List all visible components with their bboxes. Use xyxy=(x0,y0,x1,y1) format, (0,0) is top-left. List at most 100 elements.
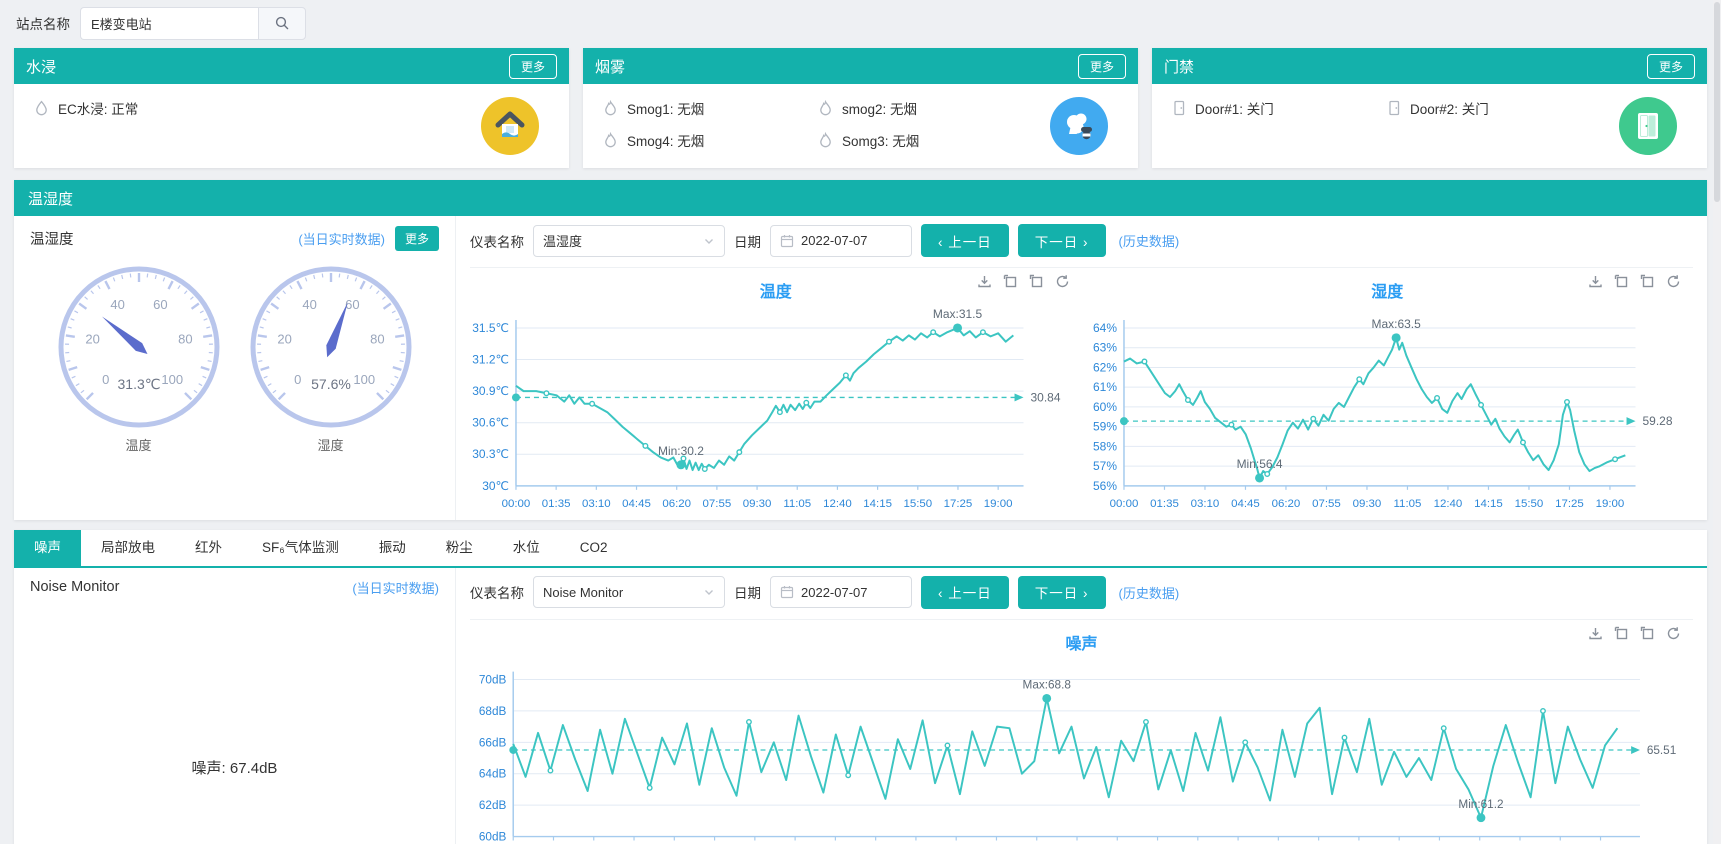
smoke-sensor-icon xyxy=(1050,97,1108,155)
svg-text:40: 40 xyxy=(110,297,124,312)
svg-text:20: 20 xyxy=(277,332,291,347)
svg-text:80: 80 xyxy=(370,332,384,347)
svg-text:09:30: 09:30 xyxy=(1352,498,1381,510)
search-icon xyxy=(274,15,290,31)
smoke-status-text: Smog4: 无烟 xyxy=(627,130,704,150)
svg-text:06:20: 06:20 xyxy=(1271,498,1300,510)
temphum-controls: 仪表名称 温湿度 日期 2022-07-07 ‹ 上一日 下一日 › (历史数据… xyxy=(470,224,1693,268)
svg-text:60: 60 xyxy=(153,297,167,312)
tab-dust[interactable]: 粉尘 xyxy=(426,530,493,566)
svg-text:63%: 63% xyxy=(1093,341,1117,355)
svg-text:09:30: 09:30 xyxy=(743,498,772,510)
water-more-button[interactable]: 更多 xyxy=(509,54,557,79)
noise-chart-pane: 仪表名称 Noise Monitor 日期 2022-07-07 ‹ 上一日 下… xyxy=(456,568,1707,844)
smoke-icon xyxy=(603,100,618,116)
date-label: 日期 xyxy=(734,582,761,602)
svg-text:70dB: 70dB xyxy=(479,673,507,686)
water-status-item: EC水浸: 正常 xyxy=(34,96,469,120)
history-data-link[interactable]: (历史数据) xyxy=(1119,583,1180,602)
svg-text:17:25: 17:25 xyxy=(1555,498,1584,510)
humidity-chart[interactable]: 湿度 56%57%58%59%60%61%62%63%64%00:0001:35… xyxy=(1082,268,1694,516)
date-picker[interactable]: 2022-07-07 xyxy=(770,225,912,257)
svg-text:56%: 56% xyxy=(1093,479,1117,493)
prev-day-button[interactable]: ‹ 上一日 xyxy=(921,224,1009,257)
next-day-button[interactable]: 下一日 › xyxy=(1018,224,1106,257)
svg-text:0: 0 xyxy=(102,372,109,387)
data-zoom-icon[interactable] xyxy=(1614,274,1629,289)
tab-noise[interactable]: 噪声 xyxy=(14,530,81,566)
tab-co2[interactable]: CO2 xyxy=(560,530,628,566)
svg-text:04:45: 04:45 xyxy=(1231,498,1260,510)
realtime-data-link[interactable]: (当日实时数据) xyxy=(352,578,439,597)
tab-water-level[interactable]: 水位 xyxy=(493,530,560,566)
svg-text:31.2℃: 31.2℃ xyxy=(472,353,509,367)
svg-text:12:40: 12:40 xyxy=(1433,498,1462,510)
smoke-status-item: Somg3: 无烟 xyxy=(818,128,1033,152)
svg-text:66dB: 66dB xyxy=(479,736,507,749)
meter-select[interactable]: 温湿度 xyxy=(533,225,725,257)
svg-text:59%: 59% xyxy=(1093,420,1117,434)
door-status-item: Door#1: 关门 xyxy=(1172,96,1387,120)
smoke-card-title: 烟雾 xyxy=(595,56,625,77)
gauge-more-button[interactable]: 更多 xyxy=(395,226,439,251)
smoke-card-body: Smog1: 无烟 smog2: 无烟 Smog4: 无烟 Somg3: 无烟 xyxy=(583,84,1138,168)
data-zoom-icon[interactable] xyxy=(1614,626,1629,641)
smoke-icon xyxy=(818,132,833,148)
data-zoom-icon[interactable] xyxy=(1003,274,1018,289)
svg-text:Min:30.2: Min:30.2 xyxy=(658,444,704,458)
prev-day-button[interactable]: ‹ 上一日 xyxy=(921,576,1009,609)
scrollbar-thumb[interactable] xyxy=(1714,2,1720,202)
refresh-icon[interactable] xyxy=(1055,274,1070,289)
tab-infrared[interactable]: 红外 xyxy=(175,530,242,566)
svg-text:58%: 58% xyxy=(1093,439,1117,453)
svg-text:01:35: 01:35 xyxy=(542,498,571,510)
svg-text:01:35: 01:35 xyxy=(1150,498,1179,510)
svg-text:31.3℃: 31.3℃ xyxy=(117,376,160,392)
svg-text:14:15: 14:15 xyxy=(863,498,892,510)
site-search-input[interactable] xyxy=(80,7,258,40)
svg-text:19:00: 19:00 xyxy=(1595,498,1624,510)
restore-icon[interactable] xyxy=(1640,274,1655,289)
restore-icon[interactable] xyxy=(1029,274,1044,289)
svg-text:30.3℃: 30.3℃ xyxy=(472,447,509,461)
next-day-button[interactable]: 下一日 › xyxy=(1018,576,1106,609)
page-scrollbar[interactable] xyxy=(1713,0,1721,844)
svg-text:14:15: 14:15 xyxy=(1474,498,1503,510)
smoke-status-item: Smog4: 无烟 xyxy=(603,128,818,152)
temphum-panel-title: 温湿度 xyxy=(14,180,1707,216)
smoke-status-item: Smog1: 无烟 xyxy=(603,96,818,120)
save-image-icon[interactable] xyxy=(1588,274,1603,289)
svg-text:64dB: 64dB xyxy=(479,767,507,780)
tab-partial-discharge[interactable]: 局部放电 xyxy=(81,530,175,566)
svg-text:15:50: 15:50 xyxy=(1514,498,1543,510)
svg-text:68dB: 68dB xyxy=(479,705,507,718)
svg-text:11:05: 11:05 xyxy=(783,498,811,510)
noise-chart[interactable]: 噪声 60dB62dB64dB66dB68dB70dB00:0000:4501:… xyxy=(470,620,1693,844)
svg-text:Max:63.5: Max:63.5 xyxy=(1371,317,1421,331)
svg-text:30.6℃: 30.6℃ xyxy=(472,416,509,430)
date-picker[interactable]: 2022-07-07 xyxy=(770,576,912,608)
tab-vibration[interactable]: 振动 xyxy=(359,530,426,566)
realtime-data-link[interactable]: (当日实时数据) xyxy=(298,229,385,248)
save-image-icon[interactable] xyxy=(1588,626,1603,641)
history-data-link[interactable]: (历史数据) xyxy=(1119,231,1180,250)
meter-select[interactable]: Noise Monitor xyxy=(533,576,725,608)
water-card-body: EC水浸: 正常 xyxy=(14,84,569,168)
door-card-body: Door#1: 关门 Door#2: 关门 xyxy=(1152,84,1707,168)
restore-icon[interactable] xyxy=(1640,626,1655,641)
temperature-chart[interactable]: 温度 30℃30.3℃30.6℃30.9℃31.2℃31.5℃00:0001:3… xyxy=(470,268,1082,516)
save-image-icon[interactable] xyxy=(977,274,992,289)
refresh-icon[interactable] xyxy=(1666,626,1681,641)
svg-text:64%: 64% xyxy=(1093,321,1117,335)
svg-text:03:10: 03:10 xyxy=(582,498,611,510)
chart-title: 噪声 xyxy=(470,630,1693,654)
tab-sf6-gas[interactable]: SF₆气体监测 xyxy=(242,530,359,566)
water-immersion-card: 水浸 更多 EC水浸: 正常 xyxy=(14,48,569,168)
door-more-button[interactable]: 更多 xyxy=(1647,54,1695,79)
search-button[interactable] xyxy=(258,7,306,40)
smoke-more-button[interactable]: 更多 xyxy=(1078,54,1126,79)
svg-text:Min:56.4: Min:56.4 xyxy=(1236,457,1282,471)
smoke-card-header: 烟雾 更多 xyxy=(583,48,1138,84)
refresh-icon[interactable] xyxy=(1666,274,1681,289)
door-access-card: 门禁 更多 Door#1: 关门 Door#2: 关门 xyxy=(1152,48,1707,168)
